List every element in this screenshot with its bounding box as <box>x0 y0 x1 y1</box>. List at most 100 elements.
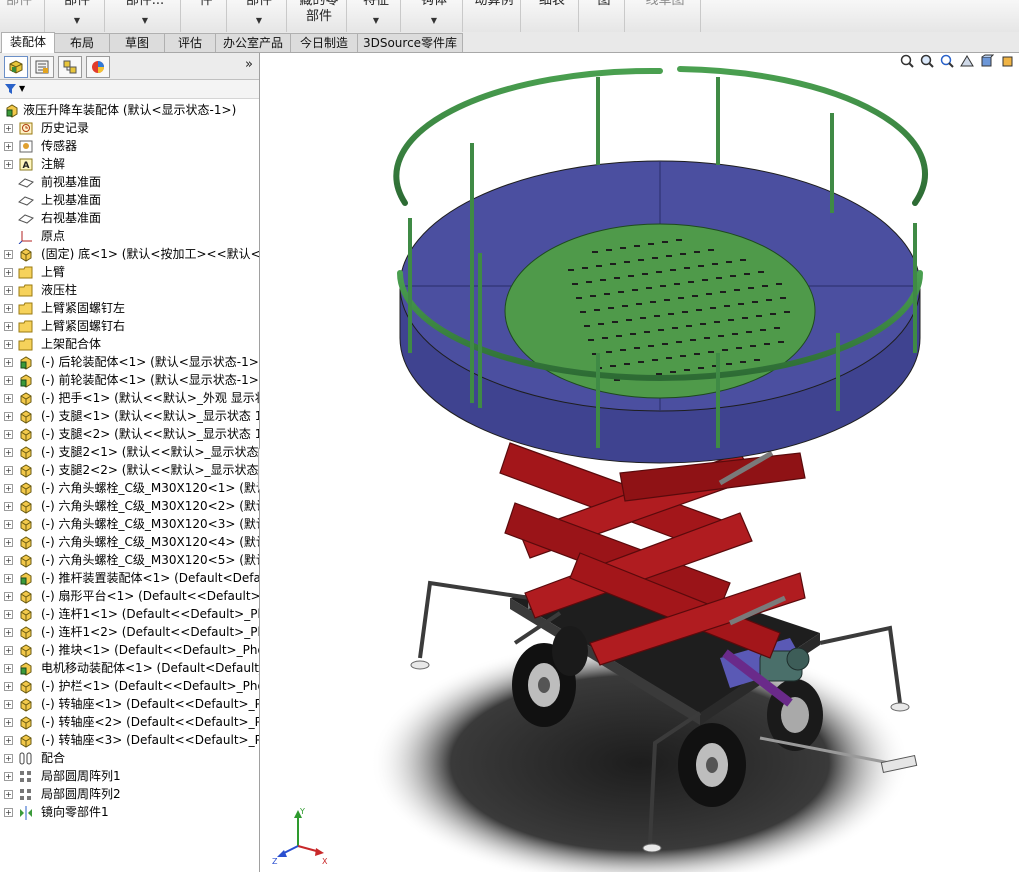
expand-toggle[interactable]: + <box>4 394 13 403</box>
property-manager-tab-icon[interactable] <box>30 56 54 78</box>
tree-item[interactable]: + 电机移动装配体<1> (Default<Default_D <box>0 659 259 677</box>
expand-toggle[interactable]: + <box>4 412 13 421</box>
ribbon-group-0[interactable]: 部件 <box>0 0 45 32</box>
graphics-area[interactable]: Y X Z <box>260 53 1019 872</box>
dropdown-arrow-icon[interactable]: ▼ <box>232 14 286 28</box>
dropdown-arrow-icon[interactable]: ▼ <box>110 14 180 28</box>
display-style-icon[interactable] <box>999 53 1015 69</box>
expand-toggle[interactable]: + <box>4 592 13 601</box>
tree-item[interactable]: + (-) 支腿<2> (默认<<默认>_显示状态 1> <box>0 425 259 443</box>
tree-item[interactable]: + (-) 转轴座<1> (Default<<Default>_Pho <box>0 695 259 713</box>
expand-toggle[interactable]: + <box>4 448 13 457</box>
tree-item[interactable]: + (-) 连杆1<1> (Default<<Default>_Phot <box>0 605 259 623</box>
tree-item[interactable]: 前视基准面 <box>0 173 259 191</box>
expand-toggle[interactable]: + <box>4 520 13 529</box>
tree-item[interactable]: + (-) 六角头螺栓_C级_M30X120<5> (默认 <box>0 551 259 569</box>
ribbon-group-6[interactable]: 特征 ▼ <box>352 0 401 32</box>
dropdown-arrow-icon[interactable]: ▼ <box>50 14 104 28</box>
expand-toggle[interactable]: + <box>4 772 13 781</box>
tree-item[interactable]: + (-) 转轴座<2> (Default<<Default>_Pho <box>0 713 259 731</box>
ribbon-group-3[interactable]: 件 <box>186 0 227 32</box>
tree-item[interactable]: + 液压柱 <box>0 281 259 299</box>
display-manager-tab-icon[interactable] <box>86 56 110 78</box>
expand-toggle[interactable]: + <box>4 160 13 169</box>
feature-manager-tab-icon[interactable] <box>4 56 28 78</box>
tree-item[interactable]: + (-) 六角头螺栓_C级_M30X120<4> (默认 <box>0 533 259 551</box>
tree-item[interactable]: + (-) 转轴座<3> (Default<<Default>_Pho <box>0 731 259 749</box>
expand-toggle[interactable]: + <box>4 268 13 277</box>
tree-item[interactable]: + 局部圆周阵列2 <box>0 785 259 803</box>
expand-toggle[interactable]: + <box>4 502 13 511</box>
ribbon-group-8[interactable]: 动算例 <box>468 0 521 32</box>
tree-item[interactable]: + 局部圆周阵列1 <box>0 767 259 785</box>
tree-item[interactable]: + A 注解 <box>0 155 259 173</box>
tree-item[interactable]: + 上臂紧固螺钉右 <box>0 317 259 335</box>
tree-item[interactable]: + (-) 六角头螺栓_C级_M30X120<2> (默认 <box>0 497 259 515</box>
filter-button[interactable]: ▼ <box>4 81 25 96</box>
assembly-model-view[interactable] <box>260 53 1019 872</box>
expand-toggle[interactable]: + <box>4 610 13 619</box>
tree-item[interactable]: + 历史记录 <box>0 119 259 137</box>
zoom-to-fit-icon[interactable] <box>899 53 915 69</box>
tab-1[interactable]: 布局 <box>54 33 110 52</box>
expand-toggle[interactable]: + <box>4 286 13 295</box>
expand-toggle[interactable]: + <box>4 304 13 313</box>
expand-toggle[interactable]: + <box>4 628 13 637</box>
tree-item[interactable]: 原点 <box>0 227 259 245</box>
tree-item[interactable]: + (-) 前轮装配体<1> (默认<显示状态-1>) <box>0 371 259 389</box>
previous-view-icon[interactable] <box>939 53 955 69</box>
expand-toggle[interactable]: + <box>4 322 13 331</box>
tree-root-assembly[interactable]: 液压升降车装配体 (默认<显示状态-1>) <box>0 101 259 119</box>
view-orientation-icon[interactable] <box>979 53 995 69</box>
expand-toggle[interactable]: + <box>4 574 13 583</box>
tree-item[interactable]: + (-) 六角头螺栓_C级_M30X120<3> (默认 <box>0 515 259 533</box>
tree-item[interactable]: + (-) 支腿2<2> (默认<<默认>_显示状态 <box>0 461 259 479</box>
expand-toggle[interactable]: + <box>4 754 13 763</box>
tree-item[interactable]: + (-) 后轮装配体<1> (默认<显示状态-1>) <box>0 353 259 371</box>
zoom-to-area-icon[interactable] <box>919 53 935 69</box>
expand-toggle[interactable]: + <box>4 664 13 673</box>
tree-item[interactable]: + (-) 把手<1> (默认<<默认>_外观 显示状 <box>0 389 259 407</box>
tab-2[interactable]: 草图 <box>109 33 165 52</box>
tree-item[interactable]: + (固定) 底<1> (默认<按加工><<默认<按 <box>0 245 259 263</box>
expand-toggle[interactable]: + <box>4 250 13 259</box>
ribbon-group-4[interactable]: 部件 ▼ <box>232 0 287 32</box>
tree-item[interactable]: + 上臂 <box>0 263 259 281</box>
tree-item[interactable]: 右视基准面 <box>0 209 259 227</box>
ribbon-group-2[interactable]: 部件... ▼ <box>110 0 181 32</box>
expand-toggle[interactable]: + <box>4 484 13 493</box>
expand-toggle[interactable]: + <box>4 142 13 151</box>
expand-toggle[interactable]: + <box>4 358 13 367</box>
expand-toggle[interactable]: + <box>4 700 13 709</box>
tree-item[interactable]: + (-) 连杆1<2> (Default<<Default>_Phot <box>0 623 259 641</box>
expand-panel-button[interactable]: » <box>245 57 253 72</box>
tree-item[interactable]: + (-) 护栏<1> (Default<<Default>_Photo <box>0 677 259 695</box>
dropdown-arrow-icon[interactable]: ▼ <box>352 14 400 28</box>
expand-toggle[interactable]: + <box>4 376 13 385</box>
ribbon-group-7[interactable]: 钩体 ▼ <box>406 0 463 32</box>
tree-item[interactable]: + (-) 六角头螺栓_C级_M30X120<1> (默认 <box>0 479 259 497</box>
expand-toggle[interactable]: + <box>4 790 13 799</box>
tab-4[interactable]: 办公室产品 <box>215 33 291 52</box>
tree-item[interactable]: + 传感器 <box>0 137 259 155</box>
ribbon-group-10[interactable]: 图 <box>584 0 625 32</box>
tree-item[interactable]: + 镜向零部件1 <box>0 803 259 821</box>
tree-item[interactable]: + 配合 <box>0 749 259 767</box>
expand-toggle[interactable]: + <box>4 538 13 547</box>
tree-item[interactable]: + (-) 推块<1> (Default<<Default>_Photo <box>0 641 259 659</box>
ribbon-group-1[interactable]: 部件 ▼ <box>50 0 105 32</box>
tree-item[interactable]: + (-) 扇形平台<1> (Default<<Default>_P <box>0 587 259 605</box>
expand-toggle[interactable]: + <box>4 340 13 349</box>
expand-toggle[interactable]: + <box>4 124 13 133</box>
tab-6[interactable]: 3DSource零件库 <box>357 33 463 52</box>
tree-item[interactable]: + 上臂紧固螺钉左 <box>0 299 259 317</box>
expand-toggle[interactable]: + <box>4 646 13 655</box>
ribbon-group-9[interactable]: 细表 <box>526 0 579 32</box>
tab-0[interactable]: 装配体 <box>1 32 55 53</box>
expand-toggle[interactable]: + <box>4 556 13 565</box>
tree-item[interactable]: + (-) 支腿<1> (默认<<默认>_显示状态 1> <box>0 407 259 425</box>
expand-toggle[interactable]: + <box>4 682 13 691</box>
tree-item[interactable]: + (-) 推杆装置装配体<1> (Default<Defau <box>0 569 259 587</box>
tab-3[interactable]: 评估 <box>164 33 216 52</box>
configuration-manager-tab-icon[interactable] <box>58 56 82 78</box>
